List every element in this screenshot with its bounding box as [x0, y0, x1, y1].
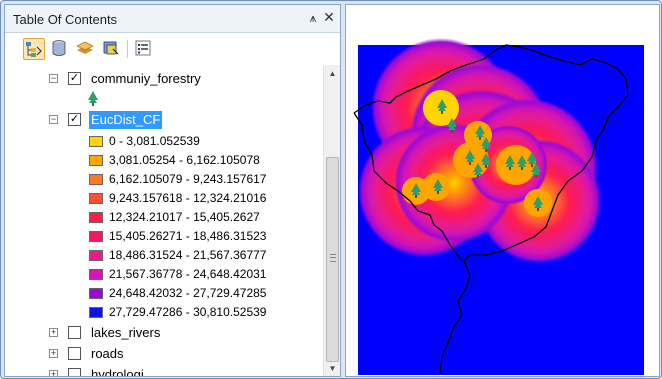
- list-by-visibility-icon[interactable]: [75, 38, 97, 60]
- legend-label: 24,648.42032 - 27,729.47285: [109, 286, 267, 300]
- layer-name[interactable]: hydrologi...: [91, 366, 155, 376]
- layer-visibility-checkbox[interactable]: ✓: [68, 72, 81, 85]
- map-view[interactable]: [345, 4, 660, 377]
- map-canvas[interactable]: [346, 5, 659, 376]
- legend-item[interactable]: 27,729.47286 - 30,810.52539: [5, 303, 323, 321]
- table-of-contents-panel: Table Of Contents ⩚ ✕ − ✓ communiy_fores…: [4, 4, 341, 377]
- legend-item[interactable]: 15,405.26271 - 18,486.31523: [5, 227, 323, 245]
- expand-icon[interactable]: +: [49, 349, 58, 358]
- toolbar-separator: [127, 40, 128, 58]
- layer-tree: − ✓ communiy_forestry − ✓ EucDist_CF 0 -…: [5, 65, 323, 376]
- legend-label: 15,405.26271 - 18,486.31523: [109, 229, 267, 243]
- close-icon[interactable]: ✕: [323, 10, 335, 24]
- layer-name[interactable]: lakes_rivers: [91, 324, 160, 342]
- layer-name[interactable]: communiy_forestry: [91, 70, 201, 88]
- toc-header: Table Of Contents ⩚ ✕: [5, 5, 340, 33]
- scroll-thumb[interactable]: [326, 157, 339, 362]
- layer-name[interactable]: roads: [91, 345, 124, 363]
- legend-label: 0 - 3,081.052539: [109, 134, 200, 148]
- layer-visibility-checkbox[interactable]: ✓: [68, 113, 81, 126]
- legend-label: 9,243.157618 - 12,324.21016: [109, 191, 267, 205]
- layer-visibility-checkbox[interactable]: [68, 368, 81, 376]
- list-by-drawing-order-icon[interactable]: [23, 38, 45, 60]
- legend-swatch: [89, 307, 103, 318]
- legend-label: 3,081.05254 - 6,162.105078: [109, 153, 260, 167]
- legend-swatch: [89, 269, 103, 280]
- layer-row-roads[interactable]: + roads: [5, 345, 323, 363]
- legend-swatch: [89, 155, 103, 166]
- legend-label: 6,162.105079 - 9,243.157617: [109, 172, 267, 186]
- legend-swatch: [89, 136, 103, 147]
- legend-swatch: [89, 212, 103, 223]
- window-frame: Table Of Contents ⩚ ✕ − ✓ communiy_fores…: [0, 0, 662, 379]
- legend-swatch: [89, 250, 103, 261]
- legend-item[interactable]: 24,648.42032 - 27,729.47285: [5, 284, 323, 302]
- legend-item[interactable]: 9,243.157618 - 12,324.21016: [5, 189, 323, 207]
- legend-item[interactable]: 6,162.105079 - 9,243.157617: [5, 170, 323, 188]
- expand-icon[interactable]: +: [49, 370, 58, 376]
- layer-visibility-checkbox[interactable]: [68, 326, 81, 339]
- legend-swatch: [89, 174, 103, 185]
- legend-swatch: [89, 231, 103, 242]
- layer-row-lakes-rivers[interactable]: + lakes_rivers: [5, 324, 323, 342]
- layer-row-communiy-forestry[interactable]: − ✓ communiy_forestry: [5, 70, 323, 88]
- legend-item[interactable]: 0 - 3,081.052539: [5, 132, 323, 150]
- legend-swatch: [89, 193, 103, 204]
- list-by-source-icon[interactable]: [49, 38, 71, 60]
- layer-row-hydrologi[interactable]: + hydrologi...: [5, 366, 323, 376]
- collapse-icon[interactable]: −: [49, 74, 58, 83]
- scroll-up-icon[interactable]: ▲: [324, 65, 340, 82]
- legend-swatch: [89, 288, 103, 299]
- legend-label: 27,729.47286 - 30,810.52539: [109, 305, 267, 319]
- legend-item[interactable]: 21,567.36778 - 24,648.42031: [5, 265, 323, 283]
- expand-icon[interactable]: +: [49, 328, 58, 337]
- layer-visibility-checkbox[interactable]: [68, 347, 81, 360]
- options-icon[interactable]: [133, 38, 155, 60]
- toc-toolbar: [5, 34, 340, 64]
- grip-icon: [330, 254, 336, 262]
- scroll-down-icon[interactable]: ▼: [324, 360, 340, 376]
- conifer-tree-icon: [85, 90, 105, 108]
- legend-label: 18,486.31524 - 21,567.36777: [109, 248, 267, 262]
- toc-title: Table Of Contents: [13, 12, 118, 27]
- list-by-selection-icon[interactable]: [101, 38, 123, 60]
- pin-icon[interactable]: ⩚: [307, 11, 319, 25]
- legend-label: 12,324.21017 - 15,405.2627: [109, 210, 260, 224]
- layer-row-eucdist-cf[interactable]: − ✓ EucDist_CF: [5, 111, 323, 129]
- layer-name[interactable]: EucDist_CF: [89, 111, 163, 129]
- legend-item[interactable]: 18,486.31524 - 21,567.36777: [5, 246, 323, 264]
- legend-item[interactable]: 3,081.05254 - 6,162.105078: [5, 151, 323, 169]
- legend-item[interactable]: 12,324.21017 - 15,405.2627: [5, 208, 323, 226]
- collapse-icon[interactable]: −: [49, 115, 58, 124]
- vertical-scrollbar[interactable]: ▲ ▼: [323, 65, 340, 376]
- legend-label: 21,567.36778 - 24,648.42031: [109, 267, 267, 281]
